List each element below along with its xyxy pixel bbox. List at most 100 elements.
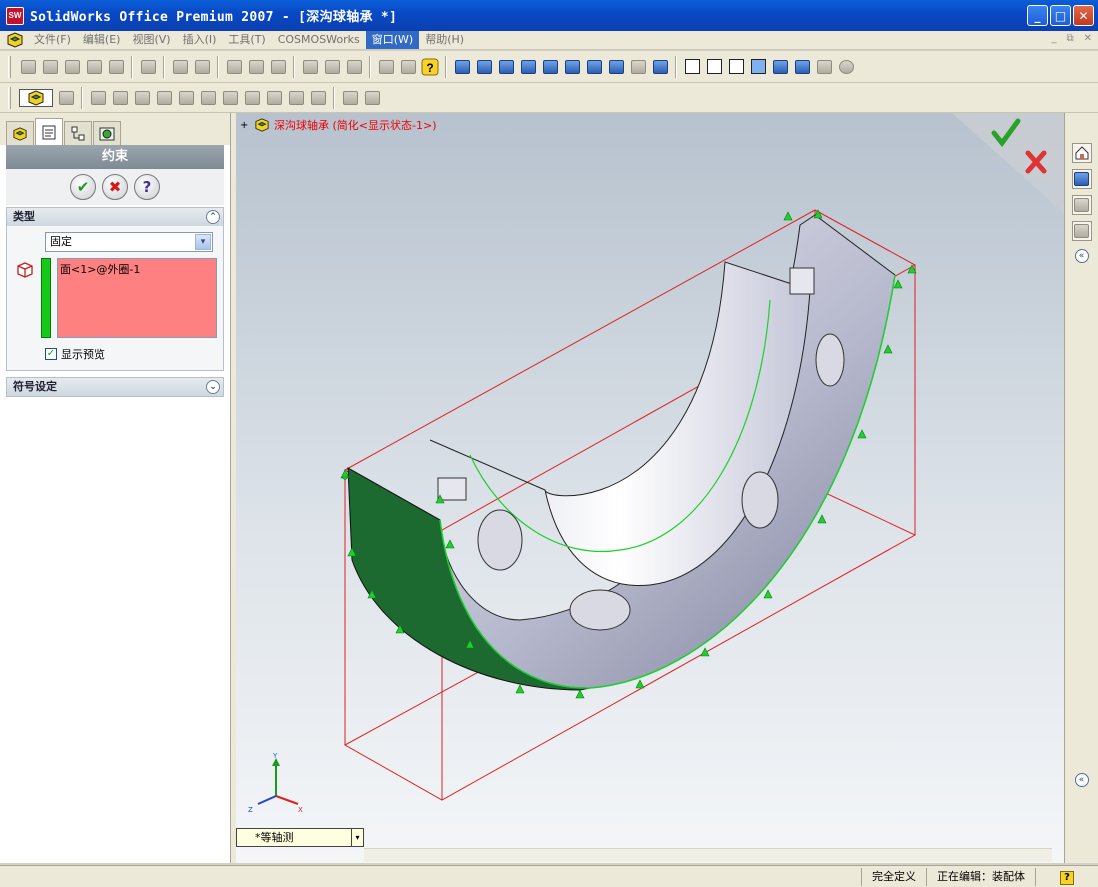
selection-active-bar xyxy=(41,258,51,338)
move-component-icon[interactable] xyxy=(177,89,195,107)
menu-insert[interactable]: 插入(I) xyxy=(177,31,223,49)
restraint-type-select[interactable]: 固定 ▾ xyxy=(45,232,213,252)
view-orientation-select[interactable]: *等轴测 ▾ xyxy=(236,828,364,847)
hidden-lines-removed-icon[interactable] xyxy=(727,58,745,76)
open-doc-icon[interactable] xyxy=(41,58,59,76)
doc-restore-button[interactable]: ⧉ xyxy=(1066,33,1073,44)
options-icon[interactable] xyxy=(323,58,341,76)
assembly-icon[interactable] xyxy=(19,88,53,107)
roll-view-icon[interactable] xyxy=(629,58,647,76)
status-help-icon[interactable]: ? xyxy=(1035,867,1098,886)
show-preview-row[interactable]: ✓ 显示预览 xyxy=(45,346,223,362)
shaded-icon[interactable] xyxy=(771,58,789,76)
show-preview-checkbox[interactable]: ✓ xyxy=(45,348,57,360)
pan-icon[interactable] xyxy=(607,58,625,76)
menu-help[interactable]: 帮助(H) xyxy=(419,31,470,49)
ok-button[interactable]: ✔ xyxy=(70,174,96,200)
menu-view[interactable]: 视图(V) xyxy=(126,31,176,49)
interference-icon[interactable] xyxy=(287,89,305,107)
selected-entities-list[interactable]: 面<1>@外圈-1 xyxy=(57,258,217,338)
svg-text:?: ? xyxy=(426,61,433,75)
zoom-in-out-icon[interactable] xyxy=(541,58,559,76)
menu-file[interactable]: 文件(F) xyxy=(28,31,77,49)
select-pointer-icon[interactable] xyxy=(225,58,243,76)
graphics-area[interactable]: + 深沟球轴承 (简化<显示状态-1>) Y X Z xyxy=(236,113,1064,863)
new-doc-icon[interactable] xyxy=(19,58,37,76)
maximize-button[interactable]: □ xyxy=(1050,5,1071,26)
save-icon[interactable] xyxy=(63,58,81,76)
shadows-icon[interactable] xyxy=(793,58,811,76)
rotate-view-icon[interactable] xyxy=(585,58,603,76)
toolbar-grip[interactable] xyxy=(8,55,11,78)
collapse-chevron-icon[interactable]: ⌃ xyxy=(206,210,220,224)
undo-icon[interactable] xyxy=(171,58,189,76)
tab-cosmos-manager[interactable] xyxy=(93,121,121,145)
face-selection-icon xyxy=(15,260,35,280)
doc-close-button[interactable]: ✕ xyxy=(1084,33,1092,44)
status-definition: 完全定义 xyxy=(861,867,926,886)
simulation-icon[interactable] xyxy=(309,89,327,107)
file-explorer-icon[interactable] xyxy=(1071,195,1092,215)
menu-edit[interactable]: 编辑(E) xyxy=(77,31,127,49)
cosmos-study-icon[interactable] xyxy=(341,89,359,107)
menu-cosmosworks[interactable]: COSMOSWorks xyxy=(272,31,366,49)
measure-icon[interactable] xyxy=(345,58,363,76)
type-group-header[interactable]: 类型 ⌃ xyxy=(7,208,223,226)
redo-icon[interactable] xyxy=(193,58,211,76)
tab-configuration-manager[interactable] xyxy=(64,121,92,145)
previous-view-icon[interactable] xyxy=(475,58,493,76)
edit-component-icon[interactable] xyxy=(57,89,75,107)
smart-fasteners-icon[interactable] xyxy=(221,89,239,107)
menu-tools[interactable]: 工具(T) xyxy=(222,31,271,49)
expand-task-pane-bottom-icon[interactable]: « xyxy=(1074,773,1089,787)
chevron-down-icon[interactable]: ▾ xyxy=(195,234,211,250)
home-icon[interactable] xyxy=(1071,143,1092,163)
tab-property-manager[interactable] xyxy=(35,118,63,145)
rebuild-traffic-icon[interactable] xyxy=(269,58,287,76)
design-library-icon[interactable] xyxy=(1071,169,1092,189)
chevron-down-icon[interactable]: ▾ xyxy=(351,829,363,846)
toolbar-grip-2[interactable] xyxy=(8,86,11,109)
print-icon[interactable] xyxy=(85,58,103,76)
mate-icon[interactable] xyxy=(155,89,173,107)
zoom-selection-icon[interactable] xyxy=(563,58,581,76)
menu-window[interactable]: 窗口(W) xyxy=(365,31,420,49)
horizontal-scrollbar[interactable] xyxy=(364,848,1052,862)
change-suppression-icon[interactable] xyxy=(133,89,151,107)
rebuild-icon[interactable] xyxy=(139,58,157,76)
list-item[interactable]: 面<1>@外圈-1 xyxy=(60,261,214,277)
close-button[interactable]: ✕ xyxy=(1073,5,1094,26)
expand-chevron-icon[interactable]: ⌄ xyxy=(206,380,220,394)
shaded-with-edges-icon[interactable] xyxy=(749,58,767,76)
zoom-to-fit-icon[interactable] xyxy=(497,58,515,76)
expand-task-pane-icon[interactable]: « xyxy=(1074,249,1089,263)
section-view-icon[interactable] xyxy=(815,58,833,76)
standard-views-icon[interactable] xyxy=(651,58,669,76)
help-button[interactable]: ? xyxy=(134,174,160,200)
zoom-area-icon[interactable] xyxy=(519,58,537,76)
help-icon[interactable]: ? xyxy=(421,58,439,76)
insert-component-icon[interactable] xyxy=(89,89,107,107)
select-filter-icon[interactable] xyxy=(247,58,265,76)
status-editing: 正在编辑：装配体 xyxy=(926,867,1035,886)
cosmos-run-icon[interactable] xyxy=(363,89,381,107)
tab-feature-manager[interactable] xyxy=(6,121,34,145)
properties-icon[interactable] xyxy=(399,58,417,76)
cancel-button[interactable]: ✖ xyxy=(102,174,128,200)
sketch-icon[interactable] xyxy=(453,58,471,76)
wireframe-icon[interactable] xyxy=(683,58,701,76)
explode-icon[interactable] xyxy=(243,89,261,107)
minimize-button[interactable]: _ xyxy=(1027,5,1048,26)
symbol-settings-header[interactable]: 符号设定 ⌄ xyxy=(7,378,223,396)
component-icon[interactable] xyxy=(377,58,395,76)
rotate-component-icon[interactable] xyxy=(199,89,217,107)
view-palette-icon[interactable] xyxy=(1071,221,1092,241)
grid-icon[interactable] xyxy=(301,58,319,76)
realview-icon[interactable] xyxy=(837,58,855,76)
print-preview-icon[interactable] xyxy=(107,58,125,76)
bearing-model[interactable] xyxy=(236,113,1064,863)
hide-show-icon[interactable] xyxy=(111,89,129,107)
explode-line-icon[interactable] xyxy=(265,89,283,107)
hidden-lines-visible-icon[interactable] xyxy=(705,58,723,76)
doc-minimize-button[interactable]: _ xyxy=(1051,33,1056,44)
